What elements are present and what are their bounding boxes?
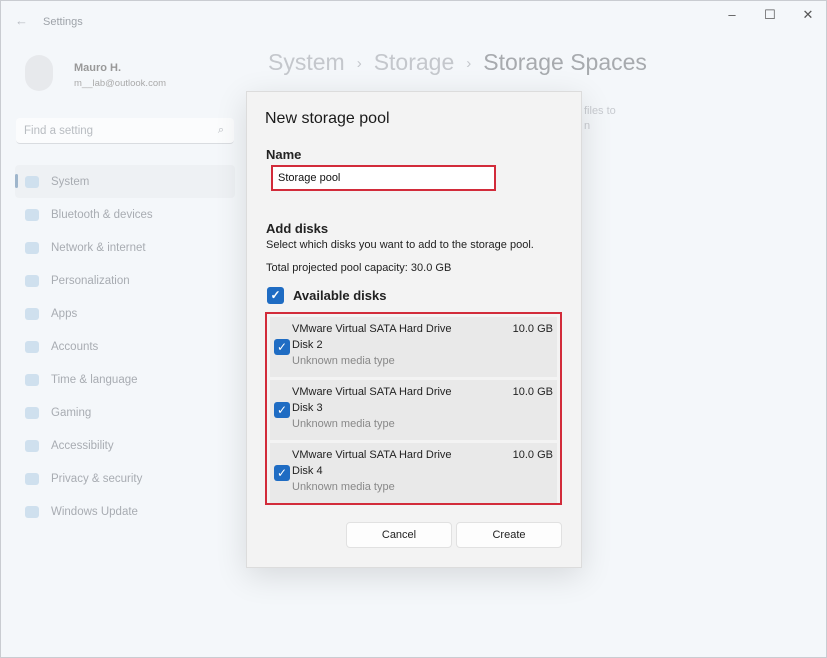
disk-row[interactable]: ✓ VMware Virtual SATA Hard Drive Disk 3 … (270, 380, 557, 440)
create-button[interactable]: Create (456, 522, 562, 548)
sidebar-item-label: Accounts (51, 340, 99, 353)
user-name: Mauro H. (74, 62, 122, 74)
sidebar-item-privacy[interactable]: Privacy & security (15, 462, 235, 495)
maximize-button[interactable]: ☐ (755, 7, 785, 27)
user-email: m__lab@outlook.com (74, 78, 167, 89)
disk-model: VMware Virtual SATA Hard Drive (292, 386, 452, 398)
search-placeholder: Find a setting (24, 125, 94, 137)
sidebar-item-label: Apps (51, 307, 78, 320)
sidebar-item-accounts[interactable]: Accounts (15, 330, 235, 363)
sidebar-item-system[interactable]: System (15, 165, 235, 198)
disk-row[interactable]: ✓ VMware Virtual SATA Hard Drive Disk 4 … (270, 443, 557, 503)
system-icon (25, 175, 39, 188)
sidebar-item-bluetooth[interactable]: Bluetooth & devices (15, 198, 235, 231)
sidebar-item-gaming[interactable]: Gaming (15, 396, 235, 429)
sidebar-item-accessibility[interactable]: Accessibility (15, 429, 235, 462)
wifi-icon (25, 241, 39, 254)
sidebar-item-network[interactable]: Network & internet (15, 231, 235, 264)
disk-size: 10.0 GB (512, 323, 553, 335)
globe-clock-icon (25, 373, 39, 386)
sidebar-item-apps[interactable]: Apps (15, 297, 235, 330)
breadcrumb-storage[interactable]: Storage (374, 49, 455, 75)
disk-media-type: Unknown media type (292, 481, 395, 493)
disk-model: VMware Virtual SATA Hard Drive (292, 449, 452, 461)
sidebar-nav: System Bluetooth & devices Network & int… (15, 165, 235, 528)
disk-name: Disk 3 (292, 402, 323, 414)
name-label: Name (266, 147, 302, 162)
search-input[interactable]: Find a setting ⌕ (16, 118, 234, 144)
sidebar-item-label: Windows Update (51, 505, 138, 518)
new-storage-pool-dialog: New storage pool Name Storage pool Add d… (246, 91, 582, 568)
chevron-right-icon: › (466, 55, 472, 73)
add-disks-heading: Add disks (266, 221, 329, 236)
disk-row[interactable]: ✓ VMware Virtual SATA Hard Drive Disk 2 … (270, 317, 557, 377)
sidebar-item-label: Time & language (51, 373, 138, 386)
sidebar-item-windows-update[interactable]: Windows Update (15, 495, 235, 528)
sidebar-item-label: System (51, 175, 90, 188)
cancel-button[interactable]: Cancel (346, 522, 452, 548)
dialog-title: New storage pool (265, 110, 390, 127)
disk-name: Disk 2 (292, 339, 323, 351)
background-text: files to n (584, 104, 616, 134)
shield-icon (25, 472, 39, 485)
sidebar-item-label: Accessibility (51, 439, 114, 452)
checkmark-icon[interactable]: ✓ (267, 287, 284, 304)
breadcrumb: System › Storage › Storage Spaces (268, 49, 647, 76)
sidebar-item-label: Privacy & security (51, 472, 143, 485)
add-disks-description: Select which disks you want to add to th… (266, 239, 534, 251)
person-icon (25, 340, 39, 353)
disk-size: 10.0 GB (512, 386, 553, 398)
background-line: n (584, 120, 591, 132)
accessibility-icon (25, 439, 39, 452)
back-arrow-icon[interactable]: ← (15, 13, 28, 28)
minimize-button[interactable]: – (717, 7, 747, 27)
disk-list: ✓ VMware Virtual SATA Hard Drive Disk 2 … (265, 312, 562, 505)
gamepad-icon (25, 406, 39, 419)
projected-capacity: Total projected pool capacity: 30.0 GB (266, 262, 452, 274)
sidebar-item-label: Personalization (51, 274, 130, 287)
disk-size: 10.0 GB (512, 449, 553, 461)
sidebar-item-label: Bluetooth & devices (51, 208, 153, 221)
bluetooth-icon (25, 208, 39, 221)
brush-icon (25, 274, 39, 287)
pool-name-input[interactable]: Storage pool (271, 165, 496, 191)
disk-media-type: Unknown media type (292, 355, 395, 367)
disk-media-type: Unknown media type (292, 418, 395, 430)
breadcrumb-system[interactable]: System (268, 49, 345, 75)
apps-icon (25, 307, 39, 320)
sidebar-item-label: Gaming (51, 406, 92, 419)
disk-model: VMware Virtual SATA Hard Drive (292, 323, 452, 335)
avatar[interactable] (25, 55, 53, 91)
title-bar: ← Settings – ☐ ✕ (1, 1, 826, 41)
available-disks-label: Available disks (293, 288, 387, 303)
update-icon (25, 505, 39, 518)
close-button[interactable]: ✕ (793, 7, 823, 27)
search-icon[interactable]: ⌕ (218, 124, 224, 137)
chevron-right-icon: › (356, 55, 362, 73)
disk-checkbox[interactable]: ✓ (274, 339, 290, 355)
breadcrumb-current: Storage Spaces (483, 49, 647, 75)
sidebar-item-time-language[interactable]: Time & language (15, 363, 235, 396)
available-disks-checkbox[interactable]: ✓ Available disks (267, 287, 386, 304)
background-line: files to (584, 105, 616, 117)
app-title: Settings (43, 16, 83, 28)
sidebar-item-label: Network & internet (51, 241, 146, 254)
sidebar-item-personalization[interactable]: Personalization (15, 264, 235, 297)
disk-name: Disk 4 (292, 465, 323, 477)
disk-checkbox[interactable]: ✓ (274, 465, 290, 481)
disk-checkbox[interactable]: ✓ (274, 402, 290, 418)
